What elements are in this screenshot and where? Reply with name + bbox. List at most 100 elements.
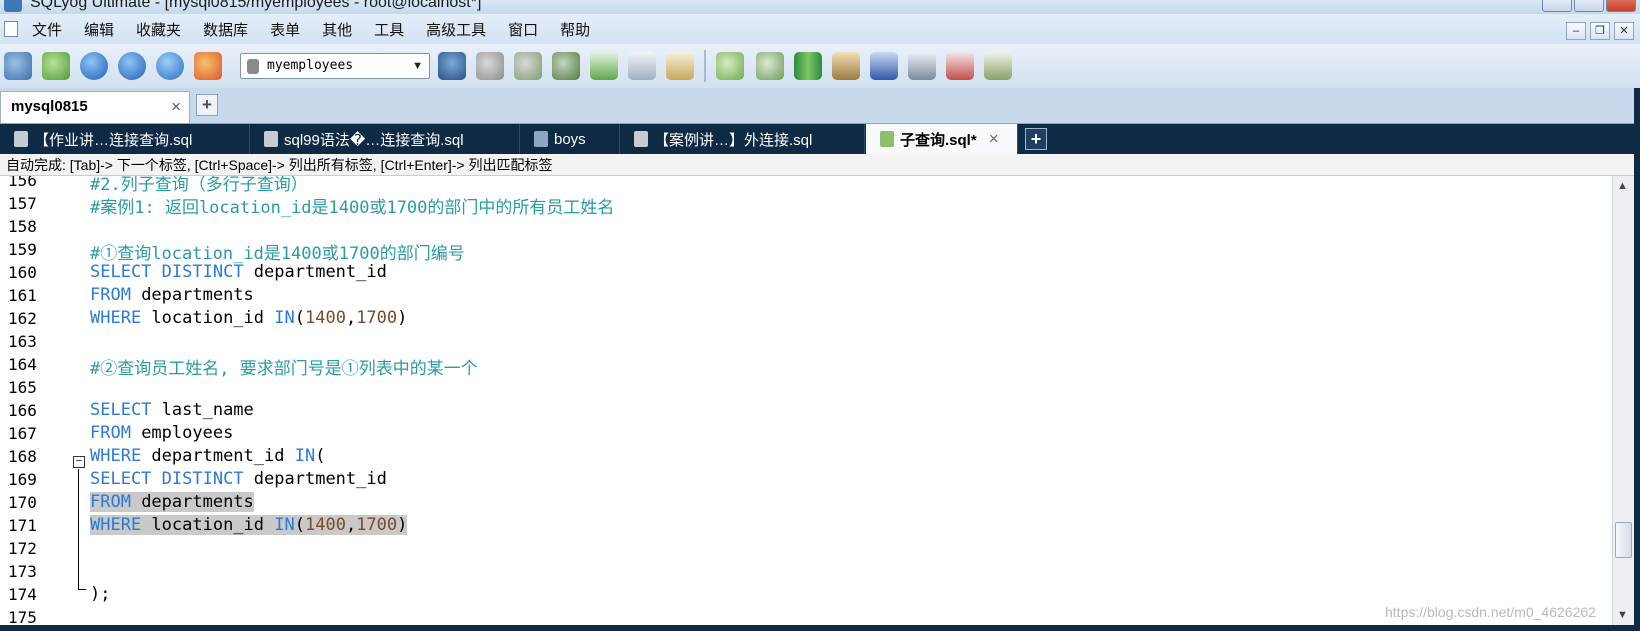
- document-icon[interactable]: [4, 21, 18, 37]
- scroll-up-icon[interactable]: ▲: [1617, 180, 1628, 192]
- sql-file-icon: [880, 131, 894, 147]
- menu-tools[interactable]: 工具: [374, 19, 404, 40]
- fold-toggle-icon[interactable]: −: [73, 456, 85, 468]
- line-number: 168: [8, 447, 37, 466]
- mdi-minimize-button[interactable]: –: [1566, 22, 1586, 40]
- refresh-icon[interactable]: [156, 52, 184, 80]
- code-line-selected: FROM departments: [90, 492, 254, 512]
- window-title: SQLyog Ultimate - [mysql0815/myemployees…: [30, 0, 482, 11]
- vertical-scrollbar[interactable]: ▲ ▼: [1612, 176, 1634, 625]
- menu-favorites[interactable]: 收藏夹: [136, 19, 181, 40]
- notifications-icon[interactable]: [908, 52, 936, 80]
- mdi-restore-button[interactable]: ❐: [1590, 22, 1610, 40]
- code-line: FROM employees: [90, 423, 234, 443]
- import-icon[interactable]: [552, 52, 580, 80]
- code-line: #②查询员工姓名, 要求部门号是①列表中的某一个: [90, 359, 478, 379]
- execute-all-icon[interactable]: [118, 52, 146, 80]
- menu-window[interactable]: 窗口: [508, 19, 538, 40]
- menu-database[interactable]: 数据库: [203, 19, 248, 40]
- close-tab-icon[interactable]: ×: [989, 129, 999, 149]
- chevron-down-icon: ▼: [412, 60, 423, 72]
- export-icon[interactable]: [590, 52, 618, 80]
- line-number: 158: [8, 217, 37, 236]
- add-query-tab-button[interactable]: +: [1025, 128, 1047, 150]
- line-number: 167: [8, 424, 37, 443]
- menu-help[interactable]: 帮助: [560, 19, 590, 40]
- code-line: FROM departments: [90, 285, 254, 305]
- line-number-gutter: 156 157 158 159 160 161 162 163 164 165 …: [0, 176, 80, 625]
- table-icon[interactable]: [628, 52, 656, 80]
- query-tab-label: 【作业讲…连接查询.sql: [34, 131, 193, 149]
- query-builder-icon[interactable]: [716, 52, 744, 80]
- restore-icon[interactable]: [514, 52, 542, 80]
- connection-tab[interactable]: mysql0815 ×: [0, 91, 190, 123]
- database-select-value: myemployees: [267, 58, 354, 73]
- code-line-selected: WHERE location_id IN(1400,1700): [90, 515, 408, 535]
- menu: 文件 编辑 收藏夹 数据库 表单 其他 工具 高级工具 窗口 帮助: [32, 14, 612, 44]
- line-number: 165: [8, 378, 37, 397]
- connection-tab-label: mysql0815: [11, 98, 88, 115]
- query-tab-label: boys: [554, 130, 586, 148]
- migration-icon[interactable]: [832, 52, 860, 80]
- line-number: 174: [8, 585, 37, 604]
- line-number: 173: [8, 562, 37, 581]
- maximize-button[interactable]: [1574, 0, 1604, 12]
- code-line: SELECT last_name: [90, 400, 254, 420]
- schema-icon[interactable]: [666, 52, 694, 80]
- close-connection-icon[interactable]: ×: [171, 97, 181, 117]
- code-line: WHERE department_id IN(: [90, 446, 326, 466]
- query-tab[interactable]: 【作业讲…连接查询.sql: [0, 124, 250, 154]
- minimize-button[interactable]: [1542, 0, 1572, 12]
- sql-file-icon: [264, 131, 278, 147]
- sync-icon[interactable]: [756, 52, 784, 80]
- line-number: 160: [8, 263, 37, 282]
- menu-table[interactable]: 表单: [270, 19, 300, 40]
- line-number: 175: [8, 608, 37, 625]
- designer-icon[interactable]: [984, 52, 1012, 80]
- connect-icon[interactable]: [4, 52, 32, 80]
- compare-icon[interactable]: [794, 52, 822, 80]
- stop-icon[interactable]: [194, 52, 222, 80]
- query-tab-active[interactable]: 子查询.sql* ×: [866, 124, 1018, 154]
- report-icon[interactable]: [946, 52, 974, 80]
- scheduler-icon[interactable]: [870, 52, 898, 80]
- mdi-close-button[interactable]: ✕: [1614, 22, 1634, 40]
- window-frame-right: [1634, 88, 1640, 631]
- line-number: 170: [8, 493, 37, 512]
- menu-advanced-tools[interactable]: 高级工具: [426, 19, 486, 40]
- query-tab[interactable]: sql99语法�…连接查询.sql: [250, 124, 520, 154]
- window-frame-bottom: [0, 625, 1640, 631]
- line-number: 161: [8, 286, 37, 305]
- backup-icon[interactable]: [476, 52, 504, 80]
- query-tab-label: 【案例讲…】外连接.sql: [654, 131, 813, 149]
- menu-edit[interactable]: 编辑: [84, 19, 114, 40]
- new-connection-icon[interactable]: [42, 52, 70, 80]
- menu-file[interactable]: 文件: [32, 19, 62, 40]
- sql-editor[interactable]: 156 157 158 159 160 161 162 163 164 165 …: [0, 176, 1634, 625]
- menu-other[interactable]: 其他: [322, 19, 352, 40]
- query-tab[interactable]: 【案例讲…】外连接.sql: [620, 124, 865, 154]
- line-number: 162: [8, 309, 37, 328]
- add-connection-button[interactable]: +: [196, 94, 218, 116]
- query-tab-strip: 【作业讲…连接查询.sql sql99语法�…连接查询.sql boys 【案例…: [0, 124, 1634, 154]
- query-tab-label: sql99语法�…连接查询.sql: [284, 131, 464, 149]
- toolbar-separator: [704, 50, 706, 82]
- autocomplete-hint: 自动完成: [Tab]-> 下一个标签, [Ctrl+Space]-> 列出所有…: [0, 154, 1634, 176]
- database-select[interactable]: myemployees ▼: [240, 53, 430, 79]
- table-icon: [534, 131, 548, 147]
- fold-guide-end: [78, 589, 86, 590]
- sql-file-icon: [634, 131, 648, 147]
- query-tab[interactable]: boys: [520, 124, 620, 154]
- user-manager-icon[interactable]: [438, 52, 466, 80]
- code-line: #①查询location_id是1400或1700的部门编号: [90, 244, 465, 264]
- close-window-button[interactable]: [1606, 0, 1636, 12]
- scrollbar-thumb[interactable]: [1615, 522, 1632, 558]
- scroll-down-icon[interactable]: ▼: [1617, 609, 1628, 621]
- execute-query-icon[interactable]: [80, 52, 108, 80]
- code-line: WHERE location_id IN(1400,1700): [90, 308, 408, 328]
- sqlyog-app-icon: [4, 0, 22, 12]
- toolbar: myemployees ▼: [0, 44, 1640, 88]
- line-number: 164: [8, 355, 37, 374]
- code-line: );: [90, 584, 111, 604]
- watermark: https://blog.csdn.net/m0_4626262: [1385, 604, 1596, 620]
